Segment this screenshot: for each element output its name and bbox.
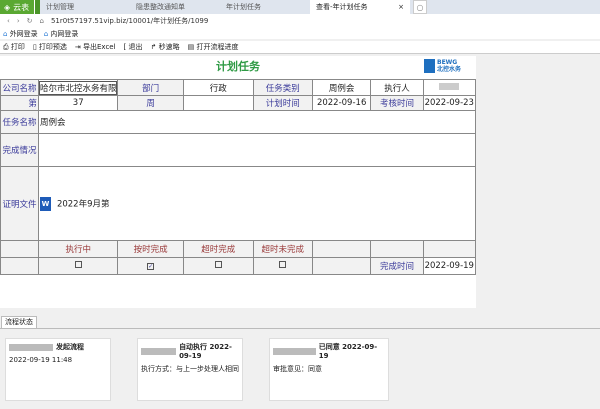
label: 公司名称 [0,79,39,96]
blank [311,240,372,258]
bookmark[interactable]: ⌂ 内网登录 [44,29,79,39]
toolbar: ⎙ 打印 ▯ 打印预选 ⇥ 导出Excel [ 退出 ↱ 秒速略 ▤ 打开流程进… [0,41,600,54]
label: 第 [0,95,39,111]
tab[interactable]: 年计划任务 [220,0,310,14]
print-button[interactable]: ⎙ 打印 [3,42,25,52]
done-time-field[interactable]: 2022-09-19 [422,257,477,275]
label: 完成时间 [370,257,424,275]
blank [422,240,477,258]
flow-card: 自动执行 2022-09-19 执行方式：与上一步处理人相同 [137,338,243,401]
bookmarks-bar: ⌂ 外网登录 ⌂ 内网登录 [0,28,600,39]
open-flow-button[interactable]: ▤ 打开流程进度 [188,42,239,52]
page-title: 计划任务 [216,60,260,73]
company-field[interactable]: 哈尔市北控水务有限 [37,79,119,96]
exit-button[interactable]: [ 退出 [124,42,143,52]
print-preview-button[interactable]: ▯ 打印预选 [33,42,67,52]
status-label: 超时未完成 [252,240,313,258]
type-field[interactable]: 周例会 [311,79,372,96]
divider [0,328,600,329]
label: 部门 [117,79,184,96]
tab-flow-status[interactable]: 流程状态 [1,316,37,328]
home-tab[interactable]: ◈ 云表 [0,0,40,14]
status-label: 按时完成 [117,240,184,258]
plan-time-field[interactable]: 2022-09-16 [311,95,372,111]
house-icon: ⌂ [3,29,8,38]
blank [370,240,424,258]
home-icon: ◈ [4,2,11,12]
label: 考核时间 [370,95,424,111]
blank [311,257,372,275]
bookmark[interactable]: ⌂ 外网登录 [3,29,38,39]
label: 执行人 [370,79,424,96]
export-excel-button[interactable]: ⇥ 导出Excel [75,42,116,52]
week-field[interactable]: 37 [37,95,119,111]
blank [0,257,39,275]
word-file-icon: W [39,196,51,211]
tab[interactable]: 隐患整改通知单 [130,0,220,14]
check-time-field[interactable]: 2022-09-23 [422,95,477,111]
refresh-icon[interactable]: ↻ [27,17,33,25]
redacted-name [273,347,316,355]
house-icon: ⌂ [43,29,49,38]
dept-field[interactable]: 行政 [182,79,254,96]
label: 计划时间 [252,95,313,111]
label: 任务名称 [0,110,39,134]
proof-file[interactable]: W 2022年9月第 [37,166,477,241]
status-checkbox[interactable] [252,257,313,275]
flow-card: 已同意 2022-09-19 审批意见：同意 [269,338,389,401]
speed-button[interactable]: ↱ 秒速略 [151,42,180,52]
status-checkbox[interactable]: ✓ [117,257,184,275]
form-sheet: 计划任务 BEWG 北控水务 公司名称 哈尔市北控水务有限 部门 行政 任务类别 … [0,56,477,308]
new-tab-button[interactable]: ○ [413,0,427,14]
flow-card: 发起流程 2022-09-19 11:48 [5,338,111,401]
status-label: 执行中 [37,240,119,258]
logo: BEWG 北控水务 [424,59,461,73]
close-icon[interactable]: × [398,3,404,11]
address-bar: ‹ › ↻ ⌂ 51r0t57197.51vip.biz/10001/年计划任务/10… [0,14,600,28]
blank [182,95,254,111]
label: 证明文件 [0,166,39,241]
redacted-name [9,343,53,351]
executor-field[interactable] [422,79,477,96]
blank [0,240,39,258]
back-icon[interactable]: ‹ [7,17,10,25]
label: 周 [117,95,184,111]
tab-active[interactable]: 查看-年计划任务 × [310,0,410,14]
forward-icon[interactable]: › [17,17,20,25]
home-icon[interactable]: ⌂ [40,17,44,25]
label: 任务类别 [252,79,313,96]
redacted-name [141,347,177,355]
task-name-field[interactable]: 周例会 [37,110,477,134]
url-input[interactable]: 51r0t57197.51vip.biz/10001/年计划任务/1099 [51,16,208,26]
status-checkbox[interactable] [37,257,119,275]
status-label: 超时完成 [182,240,254,258]
label: 完成情况 [0,133,39,167]
completion-field[interactable] [37,133,477,167]
tab[interactable]: 计划管理 [40,0,130,14]
task-form: 公司名称 哈尔市北控水务有限 部门 行政 任务类别 周例会 执行人 第 37 周… [0,79,477,275]
browser-tabs: ◈ 云表 计划管理 隐患整改通知单 年计划任务 查看-年计划任务 × ○ [0,0,600,14]
status-checkbox[interactable] [182,257,254,275]
